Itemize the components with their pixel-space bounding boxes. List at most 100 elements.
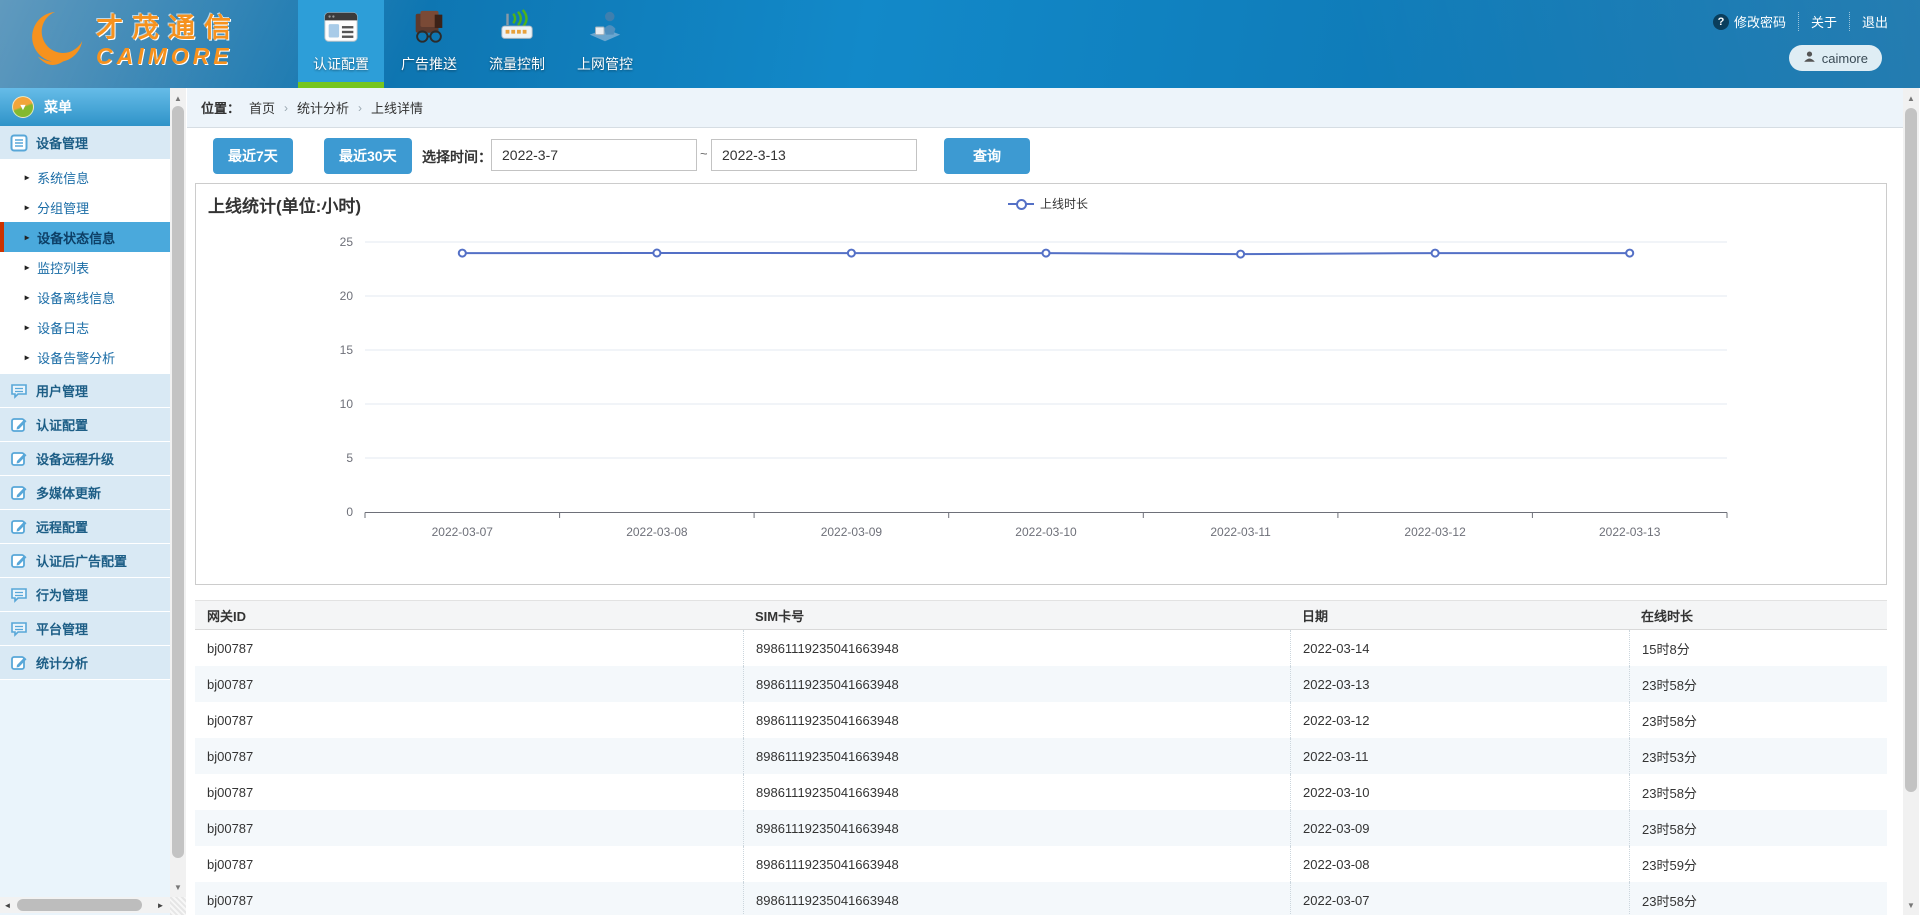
header-link-2[interactable]: 关于 [1798,12,1849,31]
nav-tab-2[interactable]: 广告推送 [386,0,472,88]
table-cell: 2022-03-13 [1290,666,1629,702]
sidebar-scroll-thumb[interactable] [172,106,184,858]
sidebar-horizontal-scrollbar[interactable]: ◄ ► [0,897,170,913]
svg-text:2022-03-07: 2022-03-07 [432,525,494,539]
page-scroll-thumb[interactable] [1905,108,1917,792]
scroll-left-icon[interactable]: ◄ [0,897,15,913]
sidebar-item-1-5[interactable]: ▶ 设备离线信息 [0,282,170,312]
page-vertical-scrollbar[interactable]: ▲ ▼ [1903,88,1919,915]
sidebar-item-label: 设备离线信息 [37,288,115,307]
table-header-4: 在线时长 [1629,601,1885,629]
caret-right-icon: ▶ [25,233,30,240]
sidebar-group-2[interactable]: 用户管理 [0,374,170,408]
sidebar-group-9[interactable]: 平台管理 [0,612,170,646]
ad-push-icon [410,8,448,51]
nav-tab-3[interactable]: 流量控制 [474,0,560,88]
search-button[interactable]: 查询 [944,138,1030,174]
sidebar-group-4[interactable]: 设备远程升级 [0,442,170,476]
breadcrumb-item-3[interactable]: 上线详情 [371,98,423,117]
table-cell: 2022-03-08 [1290,846,1629,882]
top-bar: 才茂通信 CAIMORE 认证配置广告推送流量控制上网管控 ?修改密码关于退出 … [0,0,1920,88]
sidebar-group-3[interactable]: 认证配置 [0,408,170,442]
edit-icon [10,450,28,468]
nav-tab-1[interactable]: 认证配置 [298,0,384,88]
sidebar-item-1-4[interactable]: ▶监控列表 [0,252,170,282]
sidebar-item-label: 设备告警分析 [37,348,115,367]
main-content: 位置： 首页›统计分析›上线详情 最近30天最近7天 选择时间： ~ 查询 05… [187,88,1903,915]
header-link-label: 修改密码 [1734,12,1786,31]
sidebar-group-label: 认证后广告配置 [36,551,127,570]
sidebar-group-6[interactable]: 远程配置 [0,510,170,544]
comment-icon [10,382,28,400]
browser-config-icon [322,8,360,51]
header-link-1[interactable]: ? 修改密码 [1701,12,1798,31]
quick-range-button-2[interactable]: 最近30天 [324,138,412,174]
table-cell: bj00787 [195,882,743,915]
header-link-label: 退出 [1862,12,1888,31]
sidebar-group-5[interactable]: 多媒体更新 [0,476,170,510]
chart-legend[interactable]: 上线时长 [1008,195,1088,212]
table-header-1: 网关ID [195,601,743,629]
legend-marker-icon [1008,199,1034,209]
sidebar-title: 菜单 [44,97,72,117]
sidebar-item-label: 设备日志 [37,318,89,337]
sidebar-item-1-3[interactable]: ▶设备状态信息 [0,222,170,252]
scroll-down-icon[interactable]: ▼ [1903,897,1919,913]
user-pill[interactable]: caimore [1789,45,1882,71]
sidebar-group-7[interactable]: 认证后广告配置 [0,544,170,578]
breadcrumb-label: 位置： [201,98,240,117]
sidebar-menu-header[interactable]: ▼ 菜单 [0,88,170,126]
breadcrumb-item-1[interactable]: 首页 [249,98,275,117]
online-stats-chart-panel: 05101520252022-03-072022-03-082022-03-09… [195,183,1887,585]
svg-text:2022-03-09: 2022-03-09 [821,525,883,539]
svg-text:0: 0 [346,505,353,519]
help-icon: ? [1713,14,1729,30]
table-row: bj00787898611192350416639482022-03-1023时… [195,774,1887,810]
table-body: bj00787898611192350416639482022-03-1415时… [195,630,1887,915]
sidebar-group-10[interactable]: 统计分析 [0,646,170,680]
sidebar-group-1[interactable]: 设备管理 [0,126,170,160]
sidebar-group-label: 用户管理 [36,381,88,400]
table-cell: bj00787 [195,774,743,810]
sidebar-vertical-scrollbar[interactable]: ▲ ▼ [170,88,186,897]
scroll-down-icon[interactable]: ▼ [170,879,186,895]
table-cell: 89861119235041663948 [743,738,1290,774]
date-to-input[interactable] [711,139,917,171]
header-links: ? 修改密码关于退出 [1701,12,1900,31]
header-link-3[interactable]: 退出 [1849,12,1900,31]
nav-tab-4[interactable]: 上网管控 [562,0,648,88]
svg-text:2022-03-11: 2022-03-11 [1210,525,1271,539]
sidebar-item-1-7[interactable]: ▶设备告警分析 [0,342,170,372]
svg-text:20: 20 [340,289,354,303]
table-row: bj00787898611192350416639482022-03-1123时… [195,738,1887,774]
scroll-up-icon[interactable]: ▲ [1903,90,1919,106]
svg-text:25: 25 [340,235,354,249]
nav-tab-label: 认证配置 [313,54,369,74]
scroll-up-icon[interactable]: ▲ [170,90,186,106]
chart-plot: 05101520252022-03-072022-03-082022-03-09… [196,184,1886,589]
sidebar-group-8[interactable]: 行为管理 [0,578,170,612]
sidebar-item-1-6[interactable]: ▶设备日志 [0,312,170,342]
caret-right-icon: ▶ [25,293,30,300]
table-row: bj00787898611192350416639482022-03-0723时… [195,882,1887,915]
svg-text:15: 15 [340,343,354,357]
table-cell: 89861119235041663948 [743,846,1290,882]
breadcrumb-item-2[interactable]: 统计分析 [297,98,349,117]
horizontal-scroll-thumb[interactable] [17,899,142,911]
caret-right-icon: ▶ [25,173,30,180]
table-cell: 89861119235041663948 [743,774,1290,810]
sidebar-item-1-2[interactable]: ▶分组管理 [0,192,170,222]
table-cell: 23时58分 [1629,810,1885,846]
sidebar-item-1-1[interactable]: ▶系统信息 [0,162,170,192]
table-cell: 89861119235041663948 [743,666,1290,702]
svg-text:2022-03-12: 2022-03-12 [1404,525,1466,539]
user-name: caimore [1822,51,1868,66]
sidebar: ▼ 菜单 设备管理▶系统信息▶分组管理▶设备状态信息▶监控列表▶设备离线信息▶设… [0,88,170,915]
svg-text:2022-03-13: 2022-03-13 [1599,525,1661,539]
table-cell: 2022-03-09 [1290,810,1629,846]
filter-toolbar: 最近30天最近7天 选择时间： ~ 查询 [187,128,1903,184]
sidebar-item-label: 分组管理 [37,198,89,217]
date-from-input[interactable] [491,139,697,171]
scroll-right-icon[interactable]: ► [153,897,168,913]
quick-range-button-1[interactable]: 最近7天 [213,138,293,174]
